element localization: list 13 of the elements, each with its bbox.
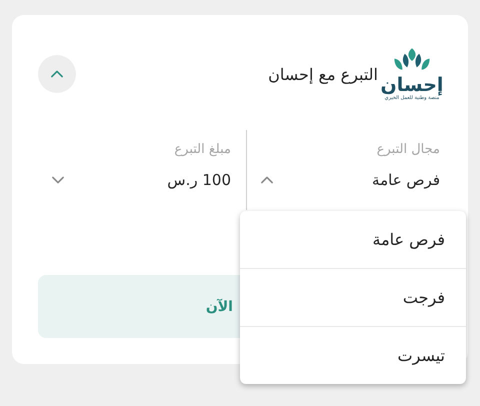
- logo-wordmark: إحسان: [380, 74, 444, 94]
- dropdown-option[interactable]: فرص عامة: [240, 211, 466, 268]
- collapse-button[interactable]: [38, 55, 76, 93]
- chevron-up-icon: [49, 68, 65, 80]
- chevron-down-icon: [50, 174, 66, 186]
- section-title: التبرع مع إحسان: [268, 64, 378, 84]
- dropdown-option[interactable]: فرجت: [240, 268, 466, 326]
- field-label: مبلغ التبرع: [173, 142, 231, 157]
- field-label: مجال التبرع: [376, 142, 440, 157]
- select-field[interactable]: فرص عامة: [259, 171, 440, 189]
- chevron-up-icon: [259, 174, 275, 186]
- dropdown-option[interactable]: تيسرت: [240, 326, 466, 384]
- select-field[interactable]: 100 ر.س: [50, 171, 231, 189]
